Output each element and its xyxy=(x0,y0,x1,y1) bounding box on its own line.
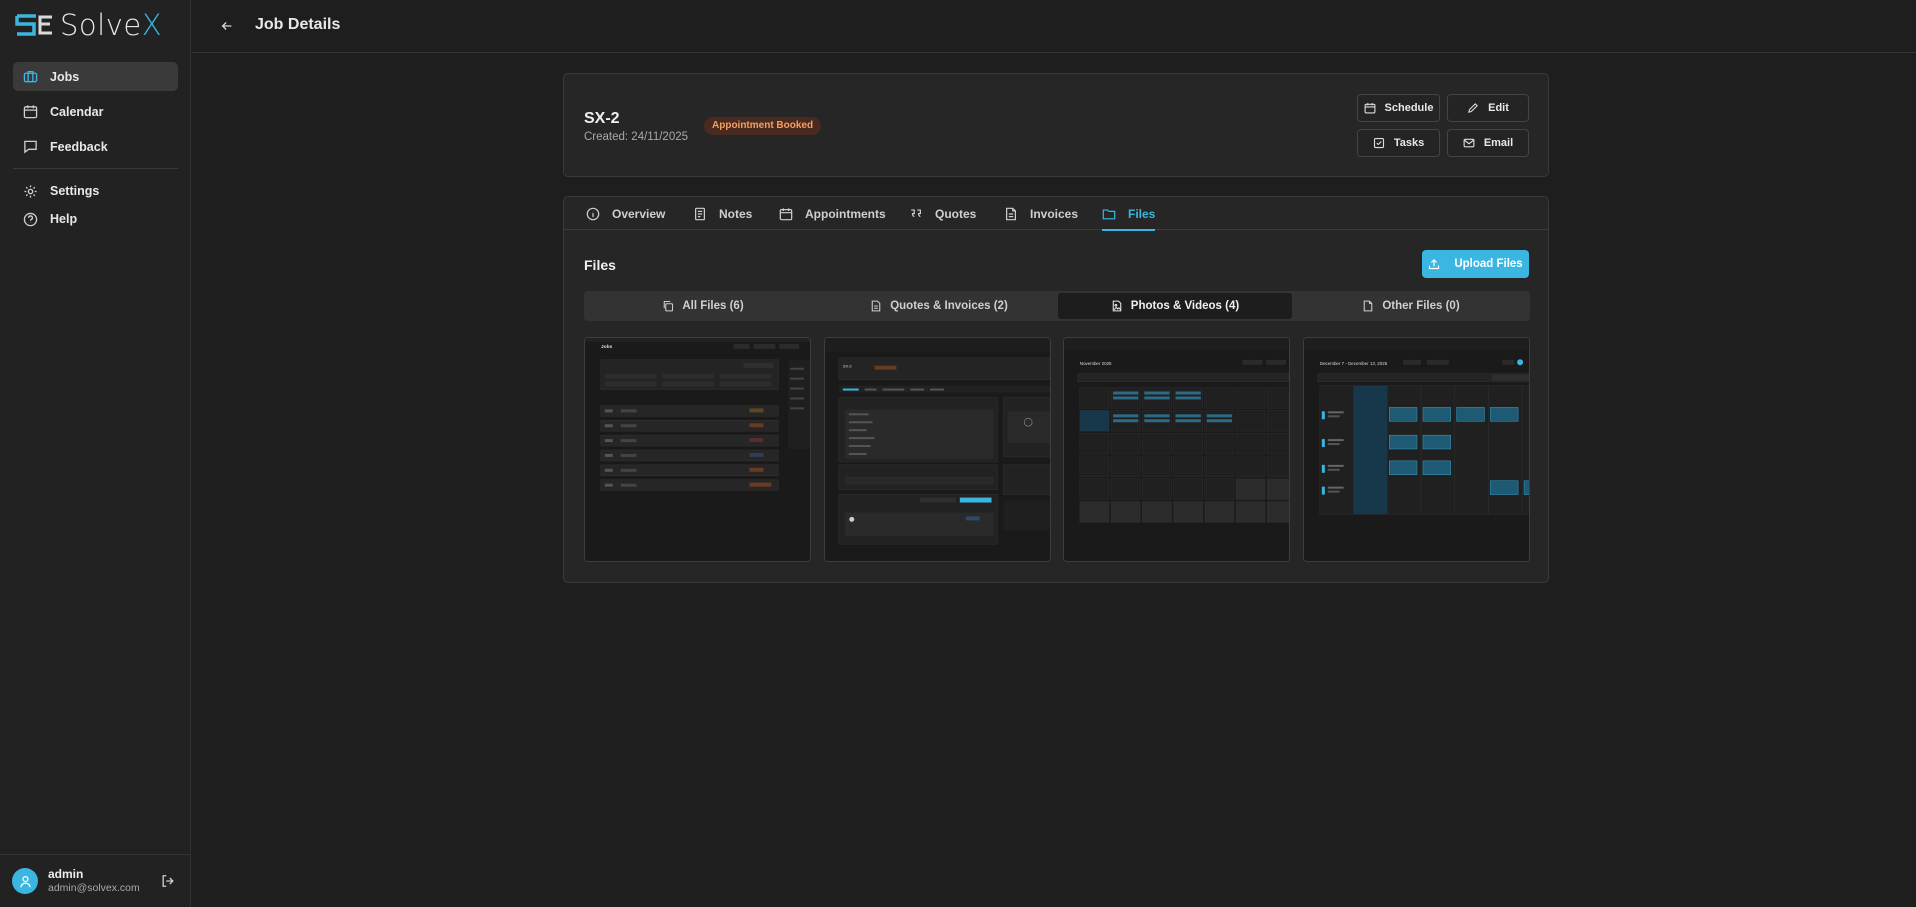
tab-label: Appointments xyxy=(805,206,886,221)
file-thumbnail[interactable]: Jobs xyxy=(584,337,811,562)
sidebar-nav: Jobs Calendar Feedback Settings Help xyxy=(13,62,178,236)
file-thumbnail[interactable]: SX-2 xyxy=(824,337,1051,562)
tab-overview[interactable]: Overview xyxy=(586,197,665,230)
svg-text:December 7 - December 13, 2025: December 7 - December 13, 2025 xyxy=(1320,361,1388,366)
tab-invoices[interactable]: Invoices xyxy=(1004,197,1078,230)
edit-button[interactable]: Edit xyxy=(1447,94,1529,122)
edit-label: Edit xyxy=(1488,102,1509,114)
pencil-icon xyxy=(1468,103,1479,113)
help-circle-icon xyxy=(23,212,38,226)
sidebar: SolveX Jobs Calendar Feedback Settings H… xyxy=(0,0,191,907)
status-badge: Appointment Booked xyxy=(704,117,822,135)
sidebar-item-label: Jobs xyxy=(50,69,80,84)
screenshot-preview-jobs: Jobs xyxy=(585,338,810,561)
upload-files-label: Upload Files xyxy=(1454,258,1523,270)
tab-label: Overview xyxy=(612,206,666,221)
sidebar-item-label: Feedback xyxy=(50,139,108,154)
nav-divider xyxy=(13,168,178,169)
file-icon xyxy=(1364,300,1373,312)
job-tabs: Overview Notes Appointments Quotes Invoi… xyxy=(564,197,1548,231)
mail-icon xyxy=(1463,138,1475,148)
screenshot-preview-week-calendar: December 7 - December 13, 2025 xyxy=(1304,338,1529,561)
checkbox-icon xyxy=(1373,137,1384,149)
schedule-button[interactable]: Schedule xyxy=(1357,94,1440,122)
job-created-date: Created: 24/11/2025 xyxy=(584,131,689,143)
sidebar-item-label: Calendar xyxy=(50,104,104,119)
tab-label: Invoices xyxy=(1030,206,1079,221)
filter-other-files[interactable]: Other Files (0) xyxy=(1294,293,1528,319)
tab-label: Notes xyxy=(719,206,753,221)
file-type-filter: All Files (6) Quotes & Invoices (2) Phot… xyxy=(584,291,1530,321)
solvex-logo[interactable]: SolveX xyxy=(14,8,162,42)
user-email: admin@solvex.com xyxy=(48,882,140,894)
folder-icon xyxy=(1102,208,1116,219)
logo-text: SolveX xyxy=(60,8,163,42)
job-tabs-card: Overview Notes Appointments Quotes Invoi… xyxy=(563,196,1549,583)
upload-files-button[interactable]: Upload Files xyxy=(1422,250,1529,278)
job-summary-card: SX-2 Created: 24/11/2025 Appointment Boo… xyxy=(563,73,1549,177)
tab-label: Files xyxy=(1128,206,1156,221)
tasks-button[interactable]: Tasks xyxy=(1357,129,1440,157)
avatar[interactable] xyxy=(12,868,38,894)
calendar-icon xyxy=(23,105,38,119)
filter-photos-videos[interactable]: Photos & Videos (4) xyxy=(1058,293,1292,319)
email-label: Email xyxy=(1483,137,1514,149)
invoice-icon xyxy=(1006,207,1016,220)
filter-label: Photos & Videos (4) xyxy=(1130,300,1240,312)
user-info: admin admin@solvex.com xyxy=(48,867,140,895)
filter-label: Quotes & Invoices (2) xyxy=(890,300,1008,312)
sidebar-item-label: Help xyxy=(50,212,78,226)
job-id: SX-2 xyxy=(584,110,620,127)
tab-notes[interactable]: Notes xyxy=(693,197,752,230)
schedule-label: Schedule xyxy=(1384,102,1434,114)
quote-icon xyxy=(911,208,921,217)
calendar-icon xyxy=(1364,103,1375,114)
file-thumbnail[interactable]: November 2025 xyxy=(1063,337,1290,562)
copy-icon xyxy=(664,300,674,312)
tab-quotes[interactable]: Quotes xyxy=(909,197,976,230)
tab-appointments[interactable]: Appointments xyxy=(779,197,886,230)
file-thumbnail[interactable]: December 7 - December 13, 2025 xyxy=(1303,337,1530,562)
filter-label: Other Files (0) xyxy=(1382,300,1460,312)
sidebar-item-label: Settings xyxy=(50,184,100,198)
sidebar-item-calendar[interactable]: Calendar xyxy=(13,97,178,126)
user-name: admin xyxy=(48,867,84,881)
filter-quotes-invoices[interactable]: Quotes & Invoices (2) xyxy=(822,293,1056,319)
screenshot-preview-job-detail: SX-2 xyxy=(825,338,1050,561)
document-icon xyxy=(871,300,881,312)
sidebar-item-jobs[interactable]: Jobs xyxy=(13,62,178,91)
svg-text:November 2025: November 2025 xyxy=(1080,361,1112,366)
tab-files[interactable]: Files xyxy=(1102,197,1156,231)
topbar: Job Details xyxy=(192,0,1916,53)
image-file-icon xyxy=(1112,300,1122,312)
svg-text:SX-2: SX-2 xyxy=(843,364,852,369)
briefcase-icon xyxy=(23,70,38,83)
notes-icon xyxy=(695,207,705,220)
sidebar-item-settings[interactable]: Settings xyxy=(13,180,178,202)
page-title: Job Details xyxy=(255,16,341,33)
tasks-label: Tasks xyxy=(1393,137,1425,149)
email-button[interactable]: Email xyxy=(1447,129,1529,157)
sidebar-item-help[interactable]: Help xyxy=(13,208,178,230)
svg-text:Jobs: Jobs xyxy=(601,344,613,350)
logout-icon[interactable] xyxy=(161,874,175,888)
logo-mark-icon xyxy=(15,14,52,36)
sidebar-item-feedback[interactable]: Feedback xyxy=(13,132,178,161)
upload-icon xyxy=(1429,259,1440,270)
filter-all-files[interactable]: All Files (6) xyxy=(586,293,820,319)
gear-icon xyxy=(24,184,37,198)
files-section-title: Files xyxy=(584,257,616,273)
calendar-icon xyxy=(779,207,793,220)
filter-label: All Files (6) xyxy=(682,300,744,312)
message-icon xyxy=(24,140,37,154)
screenshot-preview-month-calendar: November 2025 xyxy=(1064,338,1289,561)
user-icon xyxy=(19,875,31,887)
tab-label: Quotes xyxy=(935,206,977,221)
user-panel: admin admin@solvex.com xyxy=(0,854,191,907)
back-arrow-icon[interactable] xyxy=(220,19,234,33)
info-icon xyxy=(586,207,600,220)
